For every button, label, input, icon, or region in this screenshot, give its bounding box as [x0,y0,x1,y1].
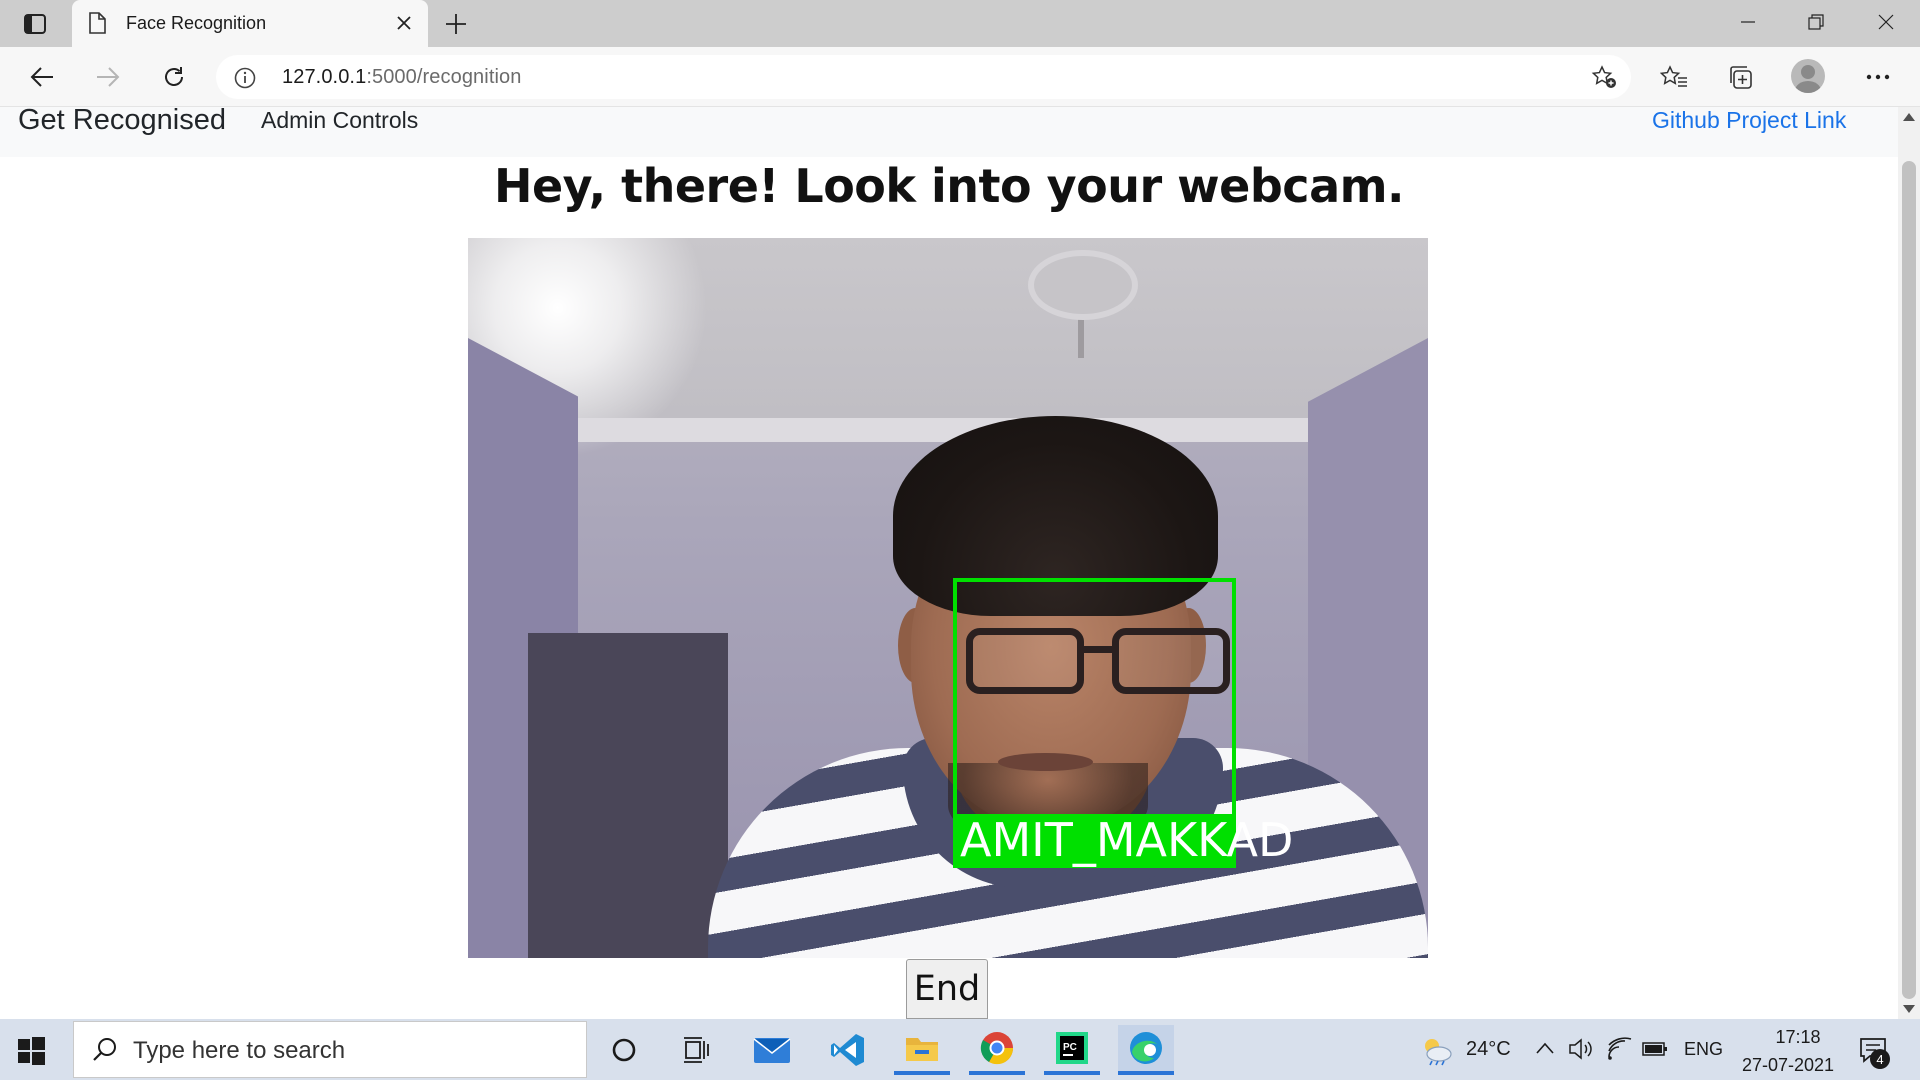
github-project-link[interactable]: Github Project Link [1652,107,1846,134]
taskbar-search-box[interactable]: Type here to search [73,1021,587,1078]
admin-controls-link[interactable]: Admin Controls [261,107,418,134]
end-button[interactable]: End [906,959,988,1019]
scroll-down-arrow-icon[interactable] [1903,1005,1915,1013]
page-viewport: Get Recognised Admin Controls Github Pro… [0,107,1898,1019]
mail-app-button[interactable] [744,1025,800,1075]
windows-taskbar: Type here to search PC 24°C ENG 17:18 27… [0,1019,1920,1080]
minimize-button[interactable] [1714,0,1782,44]
browser-tab-bar: Face Recognition [0,0,1920,47]
windows-start-icon[interactable] [14,1033,48,1067]
restore-button[interactable] [1782,0,1850,44]
scroll-up-arrow-icon[interactable] [1903,113,1915,121]
avatar-head-shape [1801,65,1815,79]
close-window-button[interactable] [1852,0,1920,44]
url-text: 127.0.0.1:5000/recognition [282,66,521,89]
chevron-up-icon[interactable] [1535,1041,1555,1055]
arrow-left-icon [30,67,53,87]
plus-icon [446,14,466,34]
close-icon [397,16,411,30]
chrome-icon [980,1032,1014,1065]
edge-icon [1130,1032,1162,1064]
cortana-icon [612,1038,636,1062]
weather-icon[interactable] [1418,1034,1454,1066]
notification-count-badge: 4 [1870,1049,1890,1069]
arrow-right-icon [97,67,120,87]
input-language[interactable]: ENG [1684,1039,1723,1060]
close-window-icon [1878,14,1894,30]
mail-icon [753,1038,791,1063]
chrome-button[interactable] [969,1025,1025,1075]
search-icon [93,1038,116,1061]
clock-time[interactable]: 17:18 [1758,1027,1838,1048]
browser-toolbar: 127.0.0.1:5000/recognition [0,47,1920,107]
detection-name-label: AMIT_MAKKAD [960,813,1294,867]
svg-text:PC: PC [1063,1042,1077,1053]
back-button[interactable] [22,57,62,97]
collections-button[interactable] [1720,57,1760,97]
pycharm-icon: PC [1056,1032,1088,1064]
navbar-brand-link[interactable]: Get Recognised [18,107,226,137]
tab-actions-icon [24,14,46,34]
tab-title: Face Recognition [126,13,267,33]
edge-button[interactable] [1118,1025,1174,1075]
file-explorer-button[interactable] [894,1025,950,1075]
add-favorite-icon[interactable] [1591,65,1617,89]
reload-icon [165,67,183,86]
info-icon[interactable] [234,67,256,89]
settings-menu-button[interactable] [1858,57,1898,97]
minimize-icon [1741,21,1755,23]
cortana-button[interactable] [596,1025,652,1075]
new-tab-button[interactable] [440,8,472,40]
reload-button[interactable] [154,57,194,97]
collections-icon [1730,66,1752,89]
clock-date[interactable]: 27-07-2021 [1733,1055,1843,1076]
task-view-button[interactable] [668,1025,724,1075]
file-explorer-icon [906,1038,938,1061]
more-icon [1866,74,1890,80]
profile-avatar[interactable] [1791,59,1825,93]
page-icon [89,12,106,34]
tab-face-recognition[interactable]: Face Recognition [72,0,428,47]
task-view-icon [684,1037,709,1063]
weather-temperature[interactable]: 24°C [1466,1038,1511,1061]
person-in-frame: AMIT_MAKKAD [528,308,1428,958]
tab-actions-button[interactable] [18,10,52,38]
page-scrollbar[interactable] [1898,107,1920,1019]
address-bar[interactable]: 127.0.0.1:5000/recognition [216,55,1631,99]
url-path: :5000/recognition [366,66,522,88]
favorites-icon [1660,65,1687,87]
avatar-body-shape [1795,81,1821,93]
vscode-icon [831,1034,864,1066]
volume-icon[interactable] [1568,1037,1594,1061]
battery-icon[interactable] [1642,1039,1668,1059]
favorites-button[interactable] [1654,57,1694,97]
site-navbar: Get Recognised Admin Controls Github Pro… [0,107,1898,157]
forward-button[interactable] [88,57,128,97]
wifi-icon[interactable] [1606,1037,1632,1061]
restore-icon [1808,14,1824,30]
pycharm-button[interactable]: PC [1044,1025,1100,1075]
vscode-button[interactable] [820,1025,876,1075]
url-host: 127.0.0.1 [282,66,367,88]
search-placeholder: Type here to search [133,1037,346,1064]
scrollbar-thumb[interactable] [1902,161,1916,999]
tab-close-button[interactable] [390,9,418,37]
webcam-video-feed: AMIT_MAKKAD [468,238,1428,958]
page-heading: Hey, there! Look into your webcam. [493,159,1405,213]
